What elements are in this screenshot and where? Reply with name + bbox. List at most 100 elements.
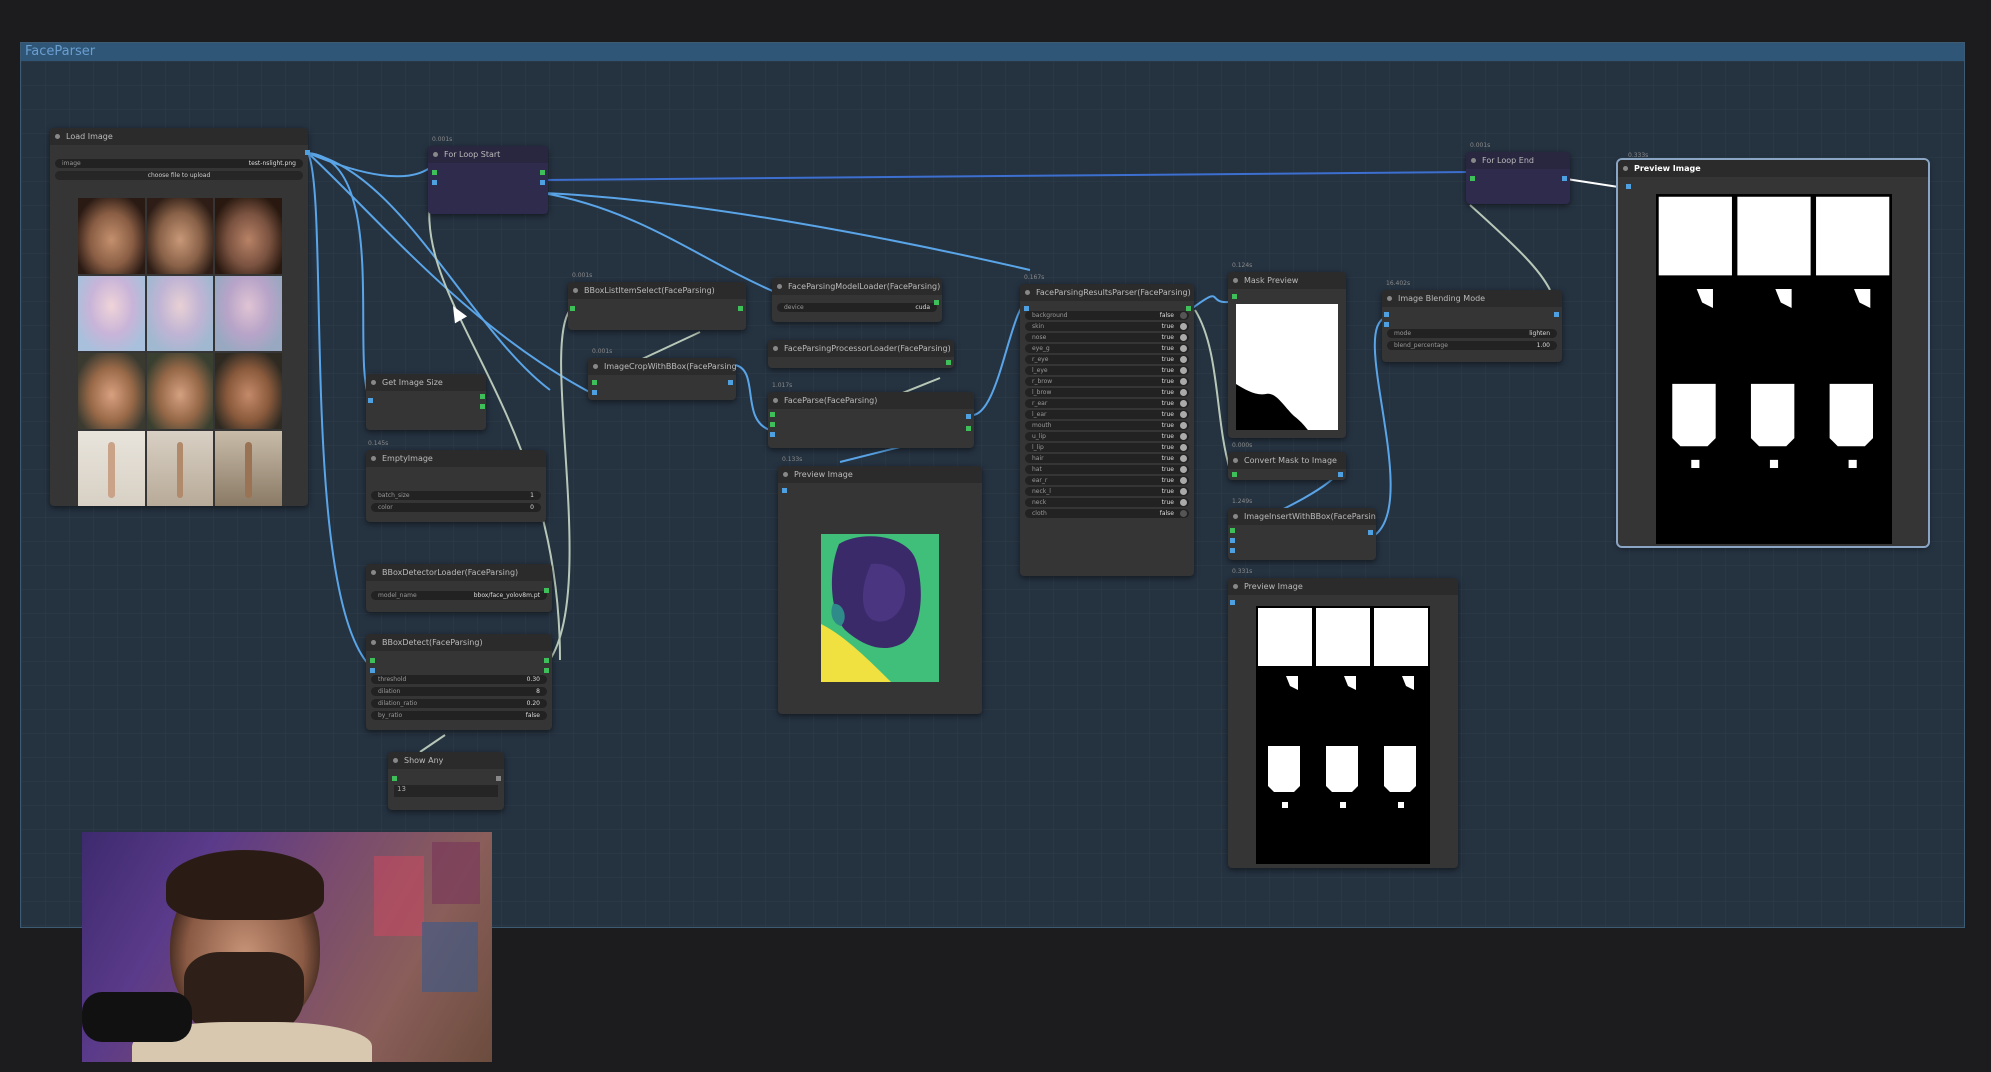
node-title[interactable]: Load Image bbox=[50, 128, 308, 145]
toggle-knob-icon[interactable] bbox=[1180, 378, 1187, 385]
input-port[interactable] bbox=[570, 306, 575, 311]
by-ratio-widget[interactable]: by_ratio false bbox=[371, 711, 547, 720]
node-preview-image-2[interactable]: Preview Image bbox=[1228, 578, 1458, 868]
collapse-dot-icon[interactable] bbox=[1025, 290, 1030, 295]
param-toggle-l-brow[interactable]: l_brow true bbox=[1025, 388, 1189, 397]
node-title[interactable]: Preview Image bbox=[1618, 160, 1928, 177]
input-port[interactable] bbox=[432, 180, 437, 185]
node-empty-image[interactable]: EmptyImage batch_size 1 color 0 bbox=[366, 450, 546, 522]
toggle-knob-icon[interactable] bbox=[1180, 422, 1187, 429]
input-port[interactable] bbox=[770, 412, 775, 417]
toggle-knob-icon[interactable] bbox=[1180, 455, 1187, 462]
input-port[interactable] bbox=[1232, 294, 1237, 299]
input-port[interactable] bbox=[592, 380, 597, 385]
output-port[interactable] bbox=[738, 306, 743, 311]
input-port[interactable] bbox=[370, 668, 375, 673]
input-port[interactable] bbox=[1230, 548, 1235, 553]
collapse-dot-icon[interactable] bbox=[777, 284, 782, 289]
input-port[interactable] bbox=[1230, 600, 1235, 605]
param-toggle-r-brow[interactable]: r_brow true bbox=[1025, 377, 1189, 386]
input-port[interactable] bbox=[370, 658, 375, 663]
node-bbox-detector-loader[interactable]: BBoxDetectorLoader(FaceParsing) model_na… bbox=[366, 564, 552, 612]
input-port[interactable] bbox=[368, 398, 373, 403]
output-port[interactable] bbox=[544, 668, 549, 673]
param-toggle-l-eye[interactable]: l_eye true bbox=[1025, 366, 1189, 375]
toggle-knob-icon[interactable] bbox=[1180, 312, 1187, 319]
param-toggle-hair[interactable]: hair true bbox=[1025, 454, 1189, 463]
param-toggle-l-ear[interactable]: l_ear true bbox=[1025, 410, 1189, 419]
output-port[interactable] bbox=[728, 380, 733, 385]
collapse-dot-icon[interactable] bbox=[1233, 514, 1238, 519]
toggle-knob-icon[interactable] bbox=[1180, 323, 1187, 330]
node-for-loop-start[interactable]: For Loop Start bbox=[428, 146, 548, 214]
node-title[interactable]: ImageInsertWithBBox(FaceParsing) bbox=[1228, 508, 1376, 525]
collapse-dot-icon[interactable] bbox=[393, 758, 398, 763]
toggle-knob-icon[interactable] bbox=[1180, 345, 1187, 352]
input-port[interactable] bbox=[770, 422, 775, 427]
output-port[interactable] bbox=[966, 414, 971, 419]
output-port[interactable] bbox=[480, 394, 485, 399]
input-port[interactable] bbox=[392, 776, 397, 781]
threshold-widget[interactable]: threshold 0.30 bbox=[371, 675, 547, 684]
collapse-dot-icon[interactable] bbox=[773, 398, 778, 403]
param-toggle-neck-l[interactable]: neck_l true bbox=[1025, 487, 1189, 496]
param-toggle-mouth[interactable]: mouth true bbox=[1025, 421, 1189, 430]
param-toggle-r-eye[interactable]: r_eye true bbox=[1025, 355, 1189, 364]
output-port[interactable] bbox=[305, 150, 310, 155]
node-preview-image-3[interactable]: Preview Image bbox=[1616, 158, 1930, 548]
toggle-knob-icon[interactable] bbox=[1180, 499, 1187, 506]
output-port[interactable] bbox=[496, 776, 501, 781]
toggle-knob-icon[interactable] bbox=[1180, 389, 1187, 396]
input-port[interactable] bbox=[1230, 538, 1235, 543]
output-port[interactable] bbox=[544, 658, 549, 663]
group-title[interactable]: FaceParser bbox=[21, 43, 1964, 61]
dilation-widget[interactable]: dilation 8 bbox=[371, 687, 547, 696]
collapse-dot-icon[interactable] bbox=[1623, 166, 1628, 171]
toggle-knob-icon[interactable] bbox=[1180, 444, 1187, 451]
mode-widget[interactable]: mode lighten bbox=[1387, 329, 1557, 338]
collapse-dot-icon[interactable] bbox=[371, 570, 376, 575]
toggle-knob-icon[interactable] bbox=[1180, 411, 1187, 418]
node-title[interactable]: Image Blending Mode bbox=[1382, 290, 1562, 307]
input-port[interactable] bbox=[1626, 184, 1631, 189]
node-face-parsing-model-loader[interactable]: FaceParsingModelLoader(FaceParsing) devi… bbox=[772, 278, 942, 322]
param-toggle-u-lip[interactable]: u_lip true bbox=[1025, 432, 1189, 441]
node-preview-image-1[interactable]: Preview Image bbox=[778, 466, 982, 714]
input-port[interactable] bbox=[432, 170, 437, 175]
output-port[interactable] bbox=[540, 180, 545, 185]
output-port[interactable] bbox=[1338, 472, 1343, 477]
toggle-knob-icon[interactable] bbox=[1180, 356, 1187, 363]
collapse-dot-icon[interactable] bbox=[371, 640, 376, 645]
node-title[interactable]: FaceParse(FaceParsing) bbox=[768, 392, 974, 409]
blend-percentage-widget[interactable]: blend_percentage 1.00 bbox=[1387, 341, 1557, 350]
node-image-crop-with-bbox[interactable]: ImageCropWithBBox(FaceParsing) bbox=[588, 358, 736, 400]
node-bbox-list-item-select[interactable]: BBoxListItemSelect(FaceParsing) bbox=[568, 282, 746, 330]
node-title[interactable]: EmptyImage bbox=[366, 450, 546, 467]
node-title[interactable]: Convert Mask to Image bbox=[1228, 452, 1346, 469]
param-toggle-skin[interactable]: skin true bbox=[1025, 322, 1189, 331]
param-toggle-eye-g[interactable]: eye_g true bbox=[1025, 344, 1189, 353]
input-port[interactable] bbox=[592, 390, 597, 395]
output-port[interactable] bbox=[1186, 306, 1191, 311]
output-port[interactable] bbox=[934, 300, 939, 305]
node-title[interactable]: Mask Preview bbox=[1228, 272, 1346, 289]
node-title[interactable]: FaceParsingResultsParser(FaceParsing) bbox=[1020, 284, 1194, 301]
param-toggle-ear-r[interactable]: ear_r true bbox=[1025, 476, 1189, 485]
param-toggle-background[interactable]: background false bbox=[1025, 311, 1189, 320]
node-title[interactable]: FaceParsingModelLoader(FaceParsing) bbox=[772, 278, 942, 295]
param-toggle-r-ear[interactable]: r_ear true bbox=[1025, 399, 1189, 408]
output-port[interactable] bbox=[544, 588, 549, 593]
input-port[interactable] bbox=[782, 488, 787, 493]
image-combo[interactable]: image test-nslight.png bbox=[55, 159, 303, 168]
collapse-dot-icon[interactable] bbox=[433, 152, 438, 157]
node-title[interactable]: For Loop End bbox=[1466, 152, 1570, 169]
node-mask-preview[interactable]: Mask Preview bbox=[1228, 272, 1346, 438]
collapse-dot-icon[interactable] bbox=[1233, 584, 1238, 589]
node-title[interactable]: For Loop Start bbox=[428, 146, 548, 163]
node-show-any[interactable]: Show Any 13 bbox=[388, 752, 504, 810]
node-bbox-detect[interactable]: BBoxDetect(FaceParsing) threshold 0.30 di… bbox=[366, 634, 552, 730]
color-widget[interactable]: color 0 bbox=[371, 503, 541, 512]
toggle-knob-icon[interactable] bbox=[1180, 334, 1187, 341]
collapse-dot-icon[interactable] bbox=[1233, 458, 1238, 463]
toggle-knob-icon[interactable] bbox=[1180, 367, 1187, 374]
